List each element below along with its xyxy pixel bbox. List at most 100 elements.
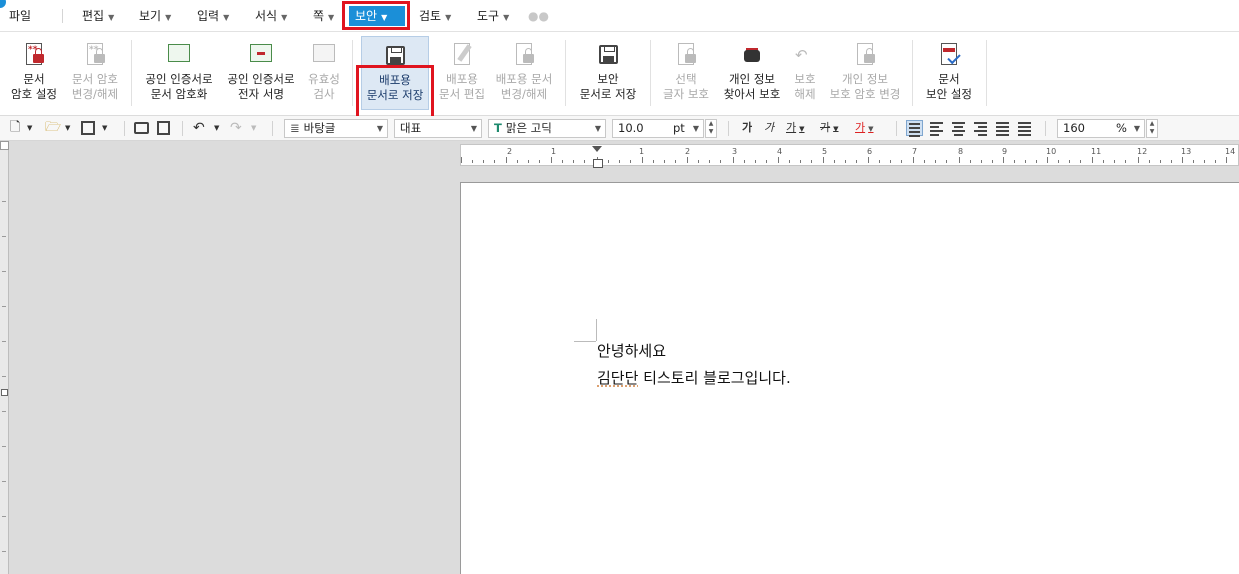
cert-sign-button[interactable]: 공인 인증서로 전자 서명 (222, 36, 300, 110)
change-password-label-1: 문서 암호 (72, 72, 118, 86)
char-protect-button[interactable]: 선택 글자 보호 (658, 36, 714, 110)
validity-check-button[interactable]: 유효성 검사 (302, 36, 346, 110)
chevron-down-icon: ▼ (470, 124, 477, 133)
menu-format[interactable]: 서식 ▼ (255, 6, 287, 26)
formatting-toolbar: 🗋 ▼ 🗁 ▼ ▼ ↶ ▼ ↷ ▼ ≣ 바탕글 ▼ 대표 ▼ T 맑은 고딕 ▼ 10.0… (0, 116, 1239, 141)
align-left-icon[interactable] (928, 120, 945, 136)
zoom-select[interactable]: 160% ▼ (1057, 119, 1145, 138)
chevron-down-icon[interactable]: ▼ (27, 119, 32, 137)
truetype-font-icon: T (494, 121, 502, 135)
chevron-down-icon[interactable]: ▼ (102, 119, 107, 137)
save-icon[interactable] (81, 121, 95, 135)
doc-password-button[interactable]: ** 문서 암호 설정 (4, 36, 64, 110)
font-color-button[interactable]: 가 ▼ (855, 119, 874, 137)
privacy-password-button[interactable]: 개인 정보 보호 암호 변경 (826, 36, 904, 110)
menu-edit-label: 편집 (82, 9, 105, 23)
bold-label: 가 (742, 121, 753, 134)
chevron-down-icon[interactable]: ▼ (214, 119, 219, 137)
ruler-label: 8 (958, 147, 964, 156)
toolbar-divider (182, 121, 183, 136)
toolbar-divider (272, 121, 273, 136)
chevron-down-icon[interactable]: ▼ (251, 119, 256, 137)
chevron-down-icon: ▼ (833, 125, 839, 133)
chevron-down-icon: ▼ (445, 13, 452, 22)
font-size-input[interactable]: 10.0 pt ▼ (612, 119, 704, 138)
menu-edit[interactable]: 편집 ▼ (82, 6, 114, 26)
menu-tools[interactable]: 도구 ▼ (477, 6, 509, 26)
validity-label-2: 검사 (313, 87, 335, 101)
menu-security[interactable]: 보안 ▼ (349, 6, 405, 26)
unprotect-button[interactable]: ↶ 보호 해제 (788, 36, 822, 110)
cert-encrypt-label-1: 공인 인증서로 (145, 72, 213, 86)
doc-security-label-2: 보안 설정 (926, 87, 972, 101)
users-icon[interactable]: ●● (528, 9, 549, 23)
align-center-icon[interactable] (950, 120, 967, 136)
doc-security-settings-button[interactable]: 문서 보안 설정 (920, 36, 978, 110)
menu-tools-label: 도구 (477, 9, 500, 23)
strikethrough-button[interactable]: 가 ▼ (820, 119, 839, 137)
char-protect-label-2: 글자 보호 (663, 87, 709, 101)
cert-encrypt-button[interactable]: 공인 인증서로 문서 암호화 (140, 36, 218, 110)
language-select[interactable]: 대표 ▼ (394, 119, 482, 138)
blog-intro-text: 티스토리 블로그입니다. (638, 369, 791, 387)
ruler-label: 2 (507, 147, 513, 156)
chevron-down-icon: ▼ (708, 128, 714, 135)
chevron-down-icon: ▼ (165, 13, 172, 22)
dist-edit-label-1: 배포용 (446, 72, 478, 86)
edit-doc-icon (449, 42, 475, 68)
font-value: 맑은 고딕 (505, 121, 552, 135)
indent-marker[interactable] (592, 144, 603, 168)
redo-icon[interactable]: ↷ (230, 119, 242, 137)
ruler-corner[interactable] (0, 141, 9, 150)
italic-button[interactable]: 가 (764, 119, 774, 137)
signature-icon (248, 42, 274, 68)
change-password-button[interactable]: ** 문서 암호 변경/해제 (66, 36, 124, 110)
cert-sign-label-2: 전자 서명 (238, 87, 284, 101)
new-document-icon[interactable]: 🗋 (10, 119, 20, 137)
unprotect-label-2: 해제 (794, 87, 816, 101)
language-value: 대표 (400, 121, 422, 135)
privacy-lock-icon (852, 42, 878, 68)
vertical-ruler[interactable] (0, 141, 9, 574)
distribution-change-button[interactable]: 배포용 문서 변경/해제 (492, 36, 556, 110)
distribute-icon[interactable] (994, 120, 1011, 136)
horizontal-ruler[interactable]: 2 1 1 2 3 4 5 6 7 8 9 10 11 12 13 14 (460, 144, 1239, 166)
find-protect-button[interactable]: 개인 정보 찾아서 보호 (718, 36, 786, 110)
open-folder-icon[interactable]: 🗁 (45, 119, 61, 137)
ribbon-divider (131, 40, 132, 106)
menu-review[interactable]: 검토 ▼ (419, 6, 451, 26)
document-line-1[interactable]: 안녕하세요 (597, 340, 666, 361)
find-protect-label-1: 개인 정보 (729, 72, 775, 86)
author-name-text: 김단단 (597, 369, 639, 387)
menu-view[interactable]: 보기 ▼ (139, 6, 171, 26)
save-as-distribution-button[interactable]: 배포용 문서로 저장 (361, 36, 429, 110)
align-justify-icon[interactable] (906, 120, 923, 137)
underline-button[interactable]: 가 ▼ (786, 119, 805, 137)
toolbar-divider (1045, 121, 1046, 136)
preview-icon[interactable] (157, 121, 170, 135)
document-line-2[interactable]: 김단단 티스토리 블로그입니다. (597, 367, 791, 388)
align-right-icon[interactable] (972, 120, 989, 136)
menu-review-label: 검토 (419, 9, 442, 23)
ruler-label: 3 (732, 147, 738, 156)
save-as-secure-button[interactable]: 보안 문서로 저장 (574, 36, 642, 110)
menu-page[interactable]: 쪽 ▼ (313, 6, 334, 26)
distribution-edit-button[interactable]: 배포용 문서 편집 (434, 36, 490, 110)
menu-file[interactable]: 파일 (9, 6, 31, 26)
margin-handle[interactable] (1, 389, 8, 396)
document-page[interactable] (460, 182, 1239, 574)
chevron-down-icon[interactable]: ▼ (65, 119, 70, 137)
style-select[interactable]: ≣ 바탕글 ▼ (284, 119, 388, 138)
undo-icon[interactable]: ↶ (193, 119, 205, 137)
font-select[interactable]: T 맑은 고딕 ▼ (488, 119, 606, 138)
menu-input[interactable]: 입력 ▼ (197, 6, 229, 26)
italic-label: 가 (764, 121, 775, 134)
divide-icon[interactable] (1016, 120, 1033, 136)
ruler-label: 7 (912, 147, 918, 156)
unprotect-icon: ↶ (795, 46, 808, 64)
zoom-stepper[interactable]: ▲ ▼ (1146, 119, 1158, 138)
font-color-label: 가 (855, 121, 866, 134)
print-icon[interactable] (134, 122, 149, 134)
font-size-stepper[interactable]: ▲ ▼ (705, 119, 717, 138)
bold-button[interactable]: 가 (742, 119, 752, 137)
